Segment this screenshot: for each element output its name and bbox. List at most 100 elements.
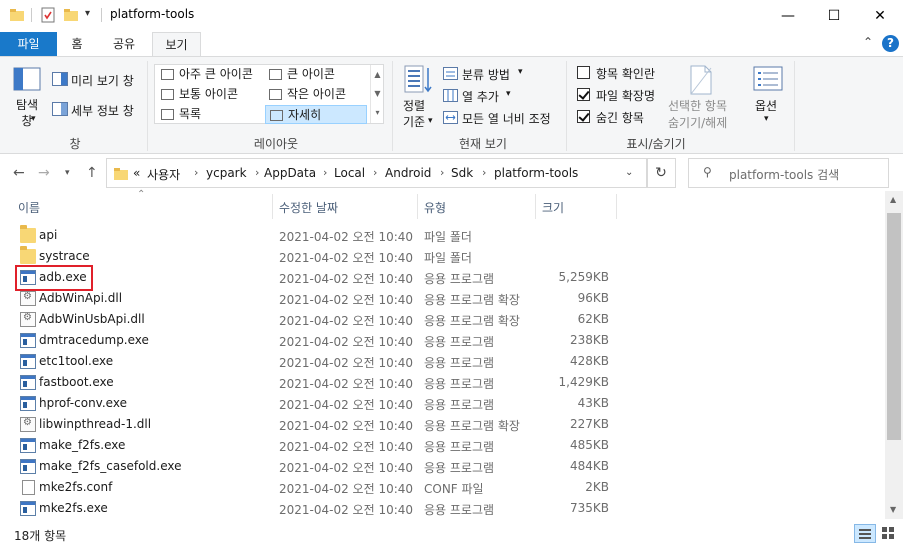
maximize-button[interactable]: ☐ <box>811 0 857 31</box>
file-row[interactable]: mke2fs.conf 2021-04-02 오전 10:40 CONF 파일 2KB <box>0 477 885 498</box>
file-row[interactable]: make_f2fs_casefold.exe 2021-04-02 오전 10:4… <box>0 456 885 477</box>
address-dropdown-icon[interactable]: ⌄ <box>625 167 633 178</box>
layout-list[interactable]: 목록 <box>157 105 265 124</box>
scroll-down-icon[interactable]: ▼ <box>890 505 896 514</box>
column-header-size[interactable]: 크기 <box>542 199 564 216</box>
breadcrumb-separator-icon[interactable]: › <box>255 166 259 179</box>
file-extensions-checkbox[interactable] <box>577 88 590 101</box>
scrollbar-thumb[interactable] <box>887 213 901 440</box>
up-arrow-icon[interactable]: ↑ <box>86 165 98 181</box>
help-icon[interactable]: ? <box>882 35 899 52</box>
scroll-up-icon[interactable]: ▲ <box>890 195 896 204</box>
column-header-date[interactable]: 수정한 날짜 <box>279 199 338 216</box>
hide-selected-line1[interactable]: 선택한 항목 <box>668 97 727 114</box>
breadcrumb-separator-icon[interactable]: › <box>440 166 444 179</box>
divider <box>101 8 102 22</box>
file-row[interactable]: etc1tool.exe 2021-04-02 오전 10:40 응용 프로그램 42… <box>0 351 885 372</box>
breadcrumb-item[interactable]: Sdk <box>451 166 473 180</box>
breadcrumb-separator-icon[interactable]: › <box>194 166 198 179</box>
search-input[interactable]: platform-tools 검색 <box>729 166 839 183</box>
breadcrumb-item[interactable]: 사용자 <box>147 166 180 183</box>
minimize-button[interactable]: — <box>765 0 811 31</box>
layout-small-icons[interactable]: 작은 아이콘 <box>265 85 373 104</box>
add-columns-button[interactable]: 열 추가 <box>462 88 499 105</box>
group-by-button[interactable]: 분류 방법 <box>462 66 510 83</box>
gallery-scroll[interactable]: ▲ ▼ ▾ <box>370 65 384 123</box>
breadcrumb-item[interactable]: Android <box>385 166 431 180</box>
file-row[interactable]: AdbWinApi.dll 2021-04-02 오전 10:40 응용 프로그램 … <box>0 288 885 309</box>
details-pane-icon[interactable] <box>52 102 68 116</box>
file-type: 응용 프로그램 확장 <box>424 419 520 433</box>
hidden-items-checkbox[interactable] <box>577 110 590 123</box>
collapse-ribbon-icon[interactable]: ⌃ <box>863 35 873 49</box>
exe-icon <box>20 375 36 390</box>
item-checkboxes-checkbox[interactable] <box>577 66 590 79</box>
file-date: 2021-04-02 오전 10:40 <box>279 440 414 454</box>
new-folder-icon[interactable] <box>63 7 79 23</box>
file-row[interactable]: systrace 2021-04-02 오전 10:40 파일 폴더 <box>0 246 885 267</box>
sort-by-button[interactable]: 정렬 기준 <box>403 98 425 130</box>
back-arrow-icon[interactable]: ← <box>13 165 25 181</box>
layout-large-icons[interactable]: 큰 아이콘 <box>265 65 373 84</box>
group-by-icon[interactable] <box>443 67 458 80</box>
chevron-down-icon: ▾ <box>428 116 433 126</box>
fit-columns-button[interactable]: 모든 열 너비 조정 <box>462 110 551 127</box>
tab-file[interactable]: 파일 <box>0 32 57 56</box>
customize-quick-access-icon[interactable]: ▾ <box>85 8 90 19</box>
file-row[interactable]: make_f2fs.exe 2021-04-02 오전 10:40 응용 프로그램 4… <box>0 435 885 456</box>
details-pane-button[interactable]: 세부 정보 창 <box>71 102 134 119</box>
file-row[interactable]: mke2fs.exe 2021-04-02 오전 10:40 응용 프로그램 735K… <box>0 498 885 519</box>
hide-selected-icon[interactable] <box>688 65 714 95</box>
layout-details[interactable]: 자세히 <box>265 105 367 124</box>
file-row[interactable]: fastboot.exe 2021-04-02 오전 10:40 응용 프로그램 1,… <box>0 372 885 393</box>
search-box[interactable]: ⚲ platform-tools 검색 <box>688 158 889 188</box>
options-icon[interactable] <box>753 66 783 92</box>
breadcrumb-separator-icon[interactable]: › <box>482 166 486 179</box>
file-row[interactable]: dmtracedump.exe 2021-04-02 오전 10:40 응용 프로그… <box>0 330 885 351</box>
file-row[interactable]: api 2021-04-02 오전 10:40 파일 폴더 <box>0 225 885 246</box>
preview-pane-button[interactable]: 미리 보기 창 <box>71 72 134 89</box>
view-icon <box>269 69 282 80</box>
file-row[interactable]: libwinpthread-1.dll 2021-04-02 오전 10:40 응용… <box>0 414 885 435</box>
add-columns-icon[interactable] <box>443 89 458 102</box>
options-button[interactable]: 옵션 <box>755 97 777 114</box>
address-bar[interactable]: « 사용자 › ycpark › AppData › Local › Andro… <box>106 158 648 188</box>
close-button[interactable]: ✕ <box>857 0 903 31</box>
refresh-icon[interactable]: ↻ <box>646 158 676 188</box>
column-header-type[interactable]: 유형 <box>424 199 446 216</box>
navigation-pane-icon[interactable] <box>13 67 41 93</box>
recent-locations-chevron-icon[interactable]: ▾ <box>65 168 70 178</box>
navigation-pane-button[interactable]: 탐색 창 <box>14 97 40 129</box>
preview-pane-icon[interactable] <box>52 72 68 86</box>
breadcrumb-item[interactable]: Local <box>334 166 365 180</box>
breadcrumb-item[interactable]: AppData <box>264 166 316 180</box>
file-row[interactable]: hprof-conv.exe 2021-04-02 오전 10:40 응용 프로그램… <box>0 393 885 414</box>
breadcrumb-separator-icon[interactable]: › <box>373 166 377 179</box>
column-divider[interactable] <box>616 194 617 219</box>
column-divider[interactable] <box>272 194 273 219</box>
hide-selected-line2[interactable]: 숨기기/해제 <box>668 114 727 131</box>
breadcrumb-item[interactable]: ycpark <box>206 166 247 180</box>
column-header-name[interactable]: 이름 <box>18 199 40 216</box>
properties-icon[interactable] <box>40 7 56 23</box>
details-view-button[interactable] <box>854 524 876 543</box>
tab-home[interactable]: 홈 <box>57 32 97 56</box>
breadcrumb-separator-icon[interactable]: › <box>323 166 327 179</box>
file-type: 응용 프로그램 확장 <box>424 314 520 328</box>
file-size: 2KB <box>585 480 609 494</box>
large-icons-view-button[interactable] <box>878 524 900 543</box>
fit-columns-icon[interactable] <box>443 111 458 124</box>
file-row[interactable]: AdbWinUsbApi.dll 2021-04-02 오전 10:40 응용 프로… <box>0 309 885 330</box>
tab-view[interactable]: 보기 <box>152 32 201 56</box>
tab-share[interactable]: 공유 <box>101 32 147 56</box>
sort-by-icon[interactable] <box>404 65 432 95</box>
item-count: 18개 항목 <box>14 529 67 543</box>
file-row[interactable]: adb.exe 2021-04-02 오전 10:40 응용 프로그램 5,259KB <box>0 267 885 288</box>
breadcrumb-current[interactable]: platform-tools <box>494 166 578 180</box>
column-divider[interactable] <box>535 194 536 219</box>
forward-arrow-icon[interactable]: → <box>38 165 50 181</box>
breadcrumb-overflow[interactable]: « <box>133 166 140 180</box>
layout-extra-large-icons[interactable]: 아주 큰 아이콘 <box>157 65 265 84</box>
layout-medium-icons[interactable]: 보통 아이콘 <box>157 85 265 104</box>
column-divider[interactable] <box>417 194 418 219</box>
